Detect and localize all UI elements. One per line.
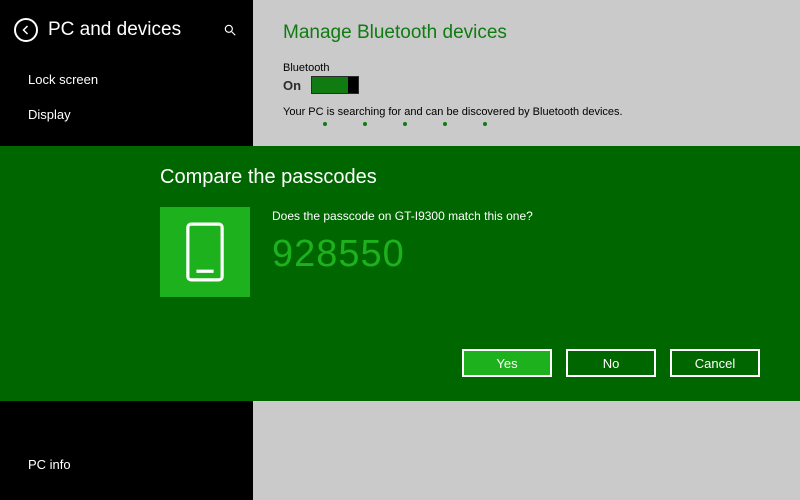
device-tile [160, 207, 250, 297]
sidebar-item-pc-info[interactable]: PC info [0, 447, 253, 482]
modal-body: Does the passcode on GT-I9300 match this… [160, 207, 800, 297]
passcode-modal: Compare the passcodes Does the passcode … [0, 146, 800, 401]
bluetooth-description: Your PC is searching for and can be disc… [283, 106, 770, 118]
phone-icon [181, 222, 229, 282]
modal-text: Does the passcode on GT-I9300 match this… [272, 207, 533, 276]
modal-inner: Compare the passcodes Does the passcode … [0, 146, 800, 297]
bluetooth-label: Bluetooth [283, 62, 770, 74]
sidebar-nav-bottom: PC info [0, 441, 253, 500]
back-button[interactable] [14, 18, 38, 42]
toggle-knob [348, 77, 358, 93]
main-title: Manage Bluetooth devices [283, 22, 770, 44]
bluetooth-state: On [283, 78, 301, 93]
yes-button[interactable]: Yes [462, 349, 552, 377]
modal-buttons: Yes No Cancel [462, 349, 760, 377]
no-button[interactable]: No [566, 349, 656, 377]
sidebar-header: PC and devices [0, 0, 253, 56]
modal-title: Compare the passcodes [160, 166, 800, 189]
back-arrow-icon [20, 24, 32, 36]
bluetooth-toggle[interactable] [311, 76, 359, 94]
cancel-button[interactable]: Cancel [670, 349, 760, 377]
sidebar-title: PC and devices [48, 19, 221, 41]
bluetooth-toggle-row: On [283, 76, 770, 94]
search-button[interactable] [221, 21, 239, 39]
sidebar-nav: Lock screen Display [0, 56, 253, 132]
passcode-value: 928550 [272, 233, 533, 276]
sidebar-item-lock-screen[interactable]: Lock screen [0, 62, 253, 97]
search-icon [223, 23, 237, 37]
progress-dots [283, 122, 770, 126]
sidebar-item-display[interactable]: Display [0, 97, 253, 132]
modal-question: Does the passcode on GT-I9300 match this… [272, 209, 533, 223]
